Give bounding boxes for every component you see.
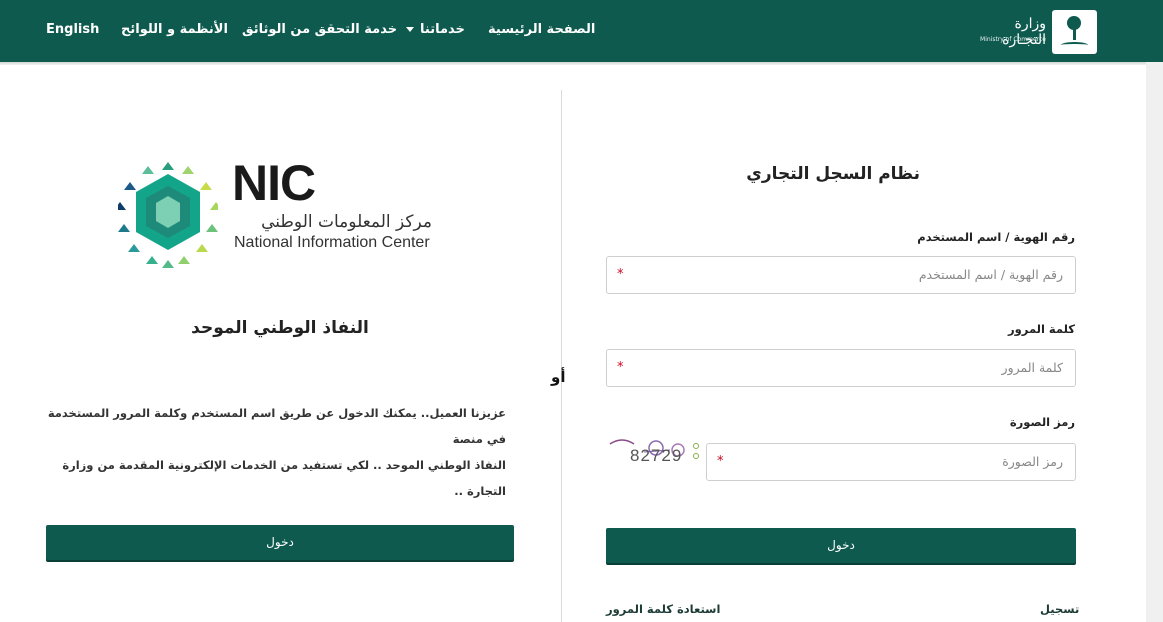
nav-verify-documents-link[interactable]: خدمة التحقق من الوثائق	[242, 22, 397, 37]
required-marker: *	[617, 360, 624, 375]
login-form-title: نظام السجل التجاري	[746, 164, 920, 184]
or-separator: أو	[551, 368, 566, 386]
nic-hexagon-icon	[118, 162, 218, 268]
language-switch-link[interactable]: English	[46, 22, 99, 37]
ministry-logo[interactable]: وزارة التجـارة Ministry of Commerce	[968, 10, 1098, 55]
required-marker: *	[717, 454, 724, 469]
register-link[interactable]: تسجيل	[1040, 602, 1079, 616]
nic-name-english: National Information Center	[234, 234, 430, 251]
nic-name-arabic: مركز المعلومات الوطني	[261, 212, 432, 232]
forgot-password-link[interactable]: استعادة كلمة المرور	[606, 602, 720, 616]
username-input[interactable]: رقم الهوية / اسم المستخدم *	[606, 256, 1076, 294]
saudi-emblem-icon	[1052, 10, 1097, 54]
required-marker: *	[617, 267, 624, 282]
header-shadow	[0, 62, 1163, 65]
nav-services-label: خدماتنا	[420, 22, 465, 37]
nav-regulations-link[interactable]: الأنظمة و اللوائح	[121, 22, 228, 37]
password-input[interactable]: كلمة المرور *	[606, 349, 1076, 387]
captcha-code: 82729	[630, 446, 683, 465]
password-label: كلمة المرور	[1008, 322, 1075, 336]
captcha-label: رمز الصورة	[1009, 415, 1075, 429]
captcha-placeholder: رمز الصورة	[1002, 454, 1063, 469]
page-scroll-rail	[1146, 62, 1163, 622]
login-button[interactable]: دخول	[606, 528, 1076, 563]
username-placeholder: رقم الهوية / اسم المستخدم	[918, 267, 1063, 282]
nic-section-title: النفاذ الوطني الموحد	[191, 318, 369, 338]
nic-wordmark: NIC	[232, 155, 316, 211]
captcha-input[interactable]: رمز الصورة *	[706, 443, 1076, 481]
nav-services-dropdown[interactable]: خدماتنا	[406, 22, 465, 37]
nic-description-line-1: عزيزنا العميل.. يمكنك الدخول عن طريق اسم…	[47, 406, 506, 446]
chevron-down-icon	[406, 27, 414, 32]
nic-logo: NIC مركز المعلومات الوطني National Infor…	[118, 155, 448, 270]
nic-description: عزيزنا العميل.. يمكنك الدخول عن طريق اسم…	[40, 400, 506, 504]
top-navigation-bar: English الأنظمة و اللوائح خدمة التحقق من…	[0, 0, 1163, 62]
captcha-image: 82729	[608, 436, 702, 470]
panel-divider	[561, 90, 562, 622]
nav-home-link[interactable]: الصفحة الرئيسية	[488, 22, 595, 37]
nic-description-line-2: النفاذ الوطني الموحد .. لكي تستفيد من ال…	[62, 458, 506, 498]
username-label: رقم الهوية / اسم المستخدم	[917, 230, 1075, 244]
ministry-name-arabic: وزارة التجـارة	[1002, 16, 1046, 48]
password-placeholder: كلمة المرور	[1001, 360, 1063, 375]
ministry-name-english: Ministry of Commerce	[980, 36, 1046, 43]
nic-login-button[interactable]: دخول	[46, 525, 514, 560]
